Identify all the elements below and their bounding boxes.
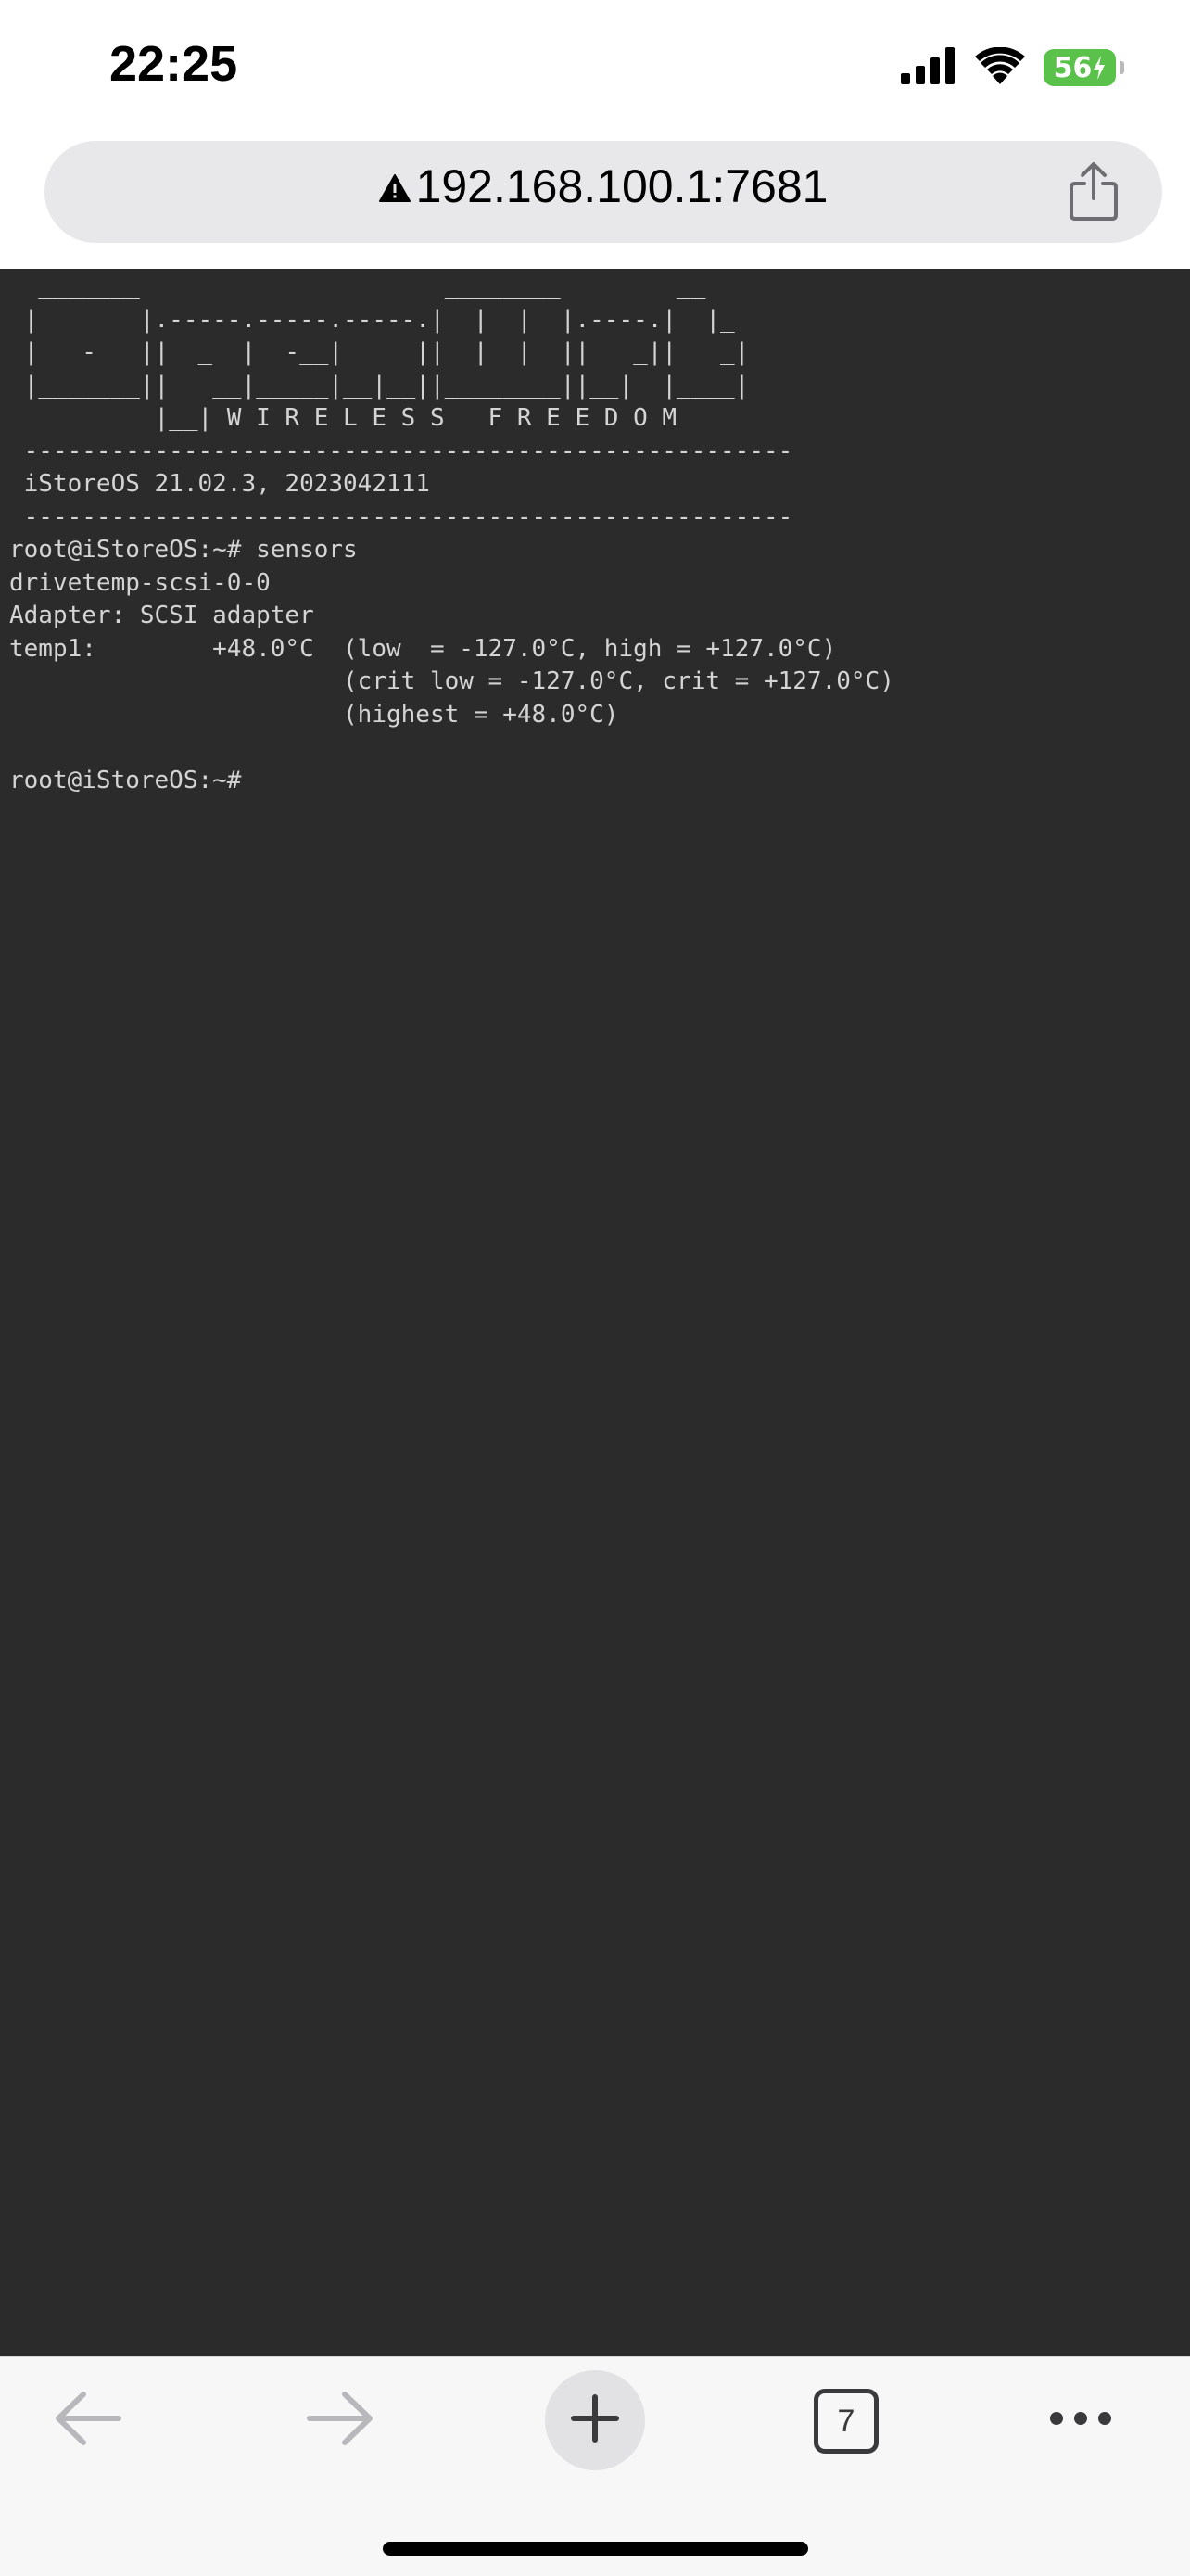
banner-line: _______ ________ __ [9, 273, 706, 300]
terminal-prompt[interactable]: root@iStoreOS:~# [9, 767, 241, 794]
terminal-output: _______ ________ __ | |.-----.-----.----… [9, 271, 894, 797]
new-tab-button[interactable] [545, 2370, 645, 2470]
terminal-line: temp1: +48.0°C (low = -127.0°C, high = +… [9, 634, 837, 663]
status-icons: 56 [901, 44, 1124, 91]
tab-count-label: 7 [837, 2403, 855, 2439]
tabs-button[interactable]: 7 [814, 2389, 879, 2454]
battery-level: 56 [1053, 51, 1093, 84]
new-tab-plus-icon [570, 2393, 620, 2448]
insecure-warning-icon [378, 159, 411, 213]
back-arrow-icon [54, 2391, 122, 2451]
back-button[interactable] [37, 2383, 139, 2457]
banner-line: ----------------------------------------… [9, 437, 793, 465]
banner-line: |_______|| __|_____|__|__||________||__|… [9, 371, 750, 400]
home-indicator[interactable] [383, 2542, 808, 2556]
wifi-icon [975, 46, 1025, 89]
terminal-line: (crit low = -127.0°C, crit = +127.0°C) [9, 667, 894, 695]
banner-line: |__| W I R E L E S S F R E E D O M [9, 404, 677, 432]
share-icon [1066, 162, 1121, 226]
terminal-line: drivetemp-scsi-0-0 [9, 568, 271, 597]
banner-line: | - || _ | -__| || | | || _|| _| [9, 338, 750, 366]
terminal-line: Adapter: SCSI adapter [9, 602, 314, 629]
terminal-line: root@iStoreOS:~# sensors [9, 536, 358, 564]
url-display[interactable]: 192.168.100.1:7681 [44, 159, 1162, 217]
forward-button[interactable] [289, 2383, 391, 2457]
battery-charging-icon: 56 [1044, 49, 1124, 86]
cellular-signal-icon [901, 46, 956, 89]
terminal-window[interactable]: _______ ________ __ | |.-----.-----.----… [0, 269, 1190, 2356]
status-time: 22:25 [109, 36, 238, 92]
status-bar: 22:25 56 [0, 0, 1190, 134]
more-button[interactable] [1038, 2383, 1123, 2457]
share-button[interactable] [1066, 161, 1121, 222]
forward-arrow-icon [306, 2391, 374, 2451]
banner-version-line: iStoreOS 21.02.3, 2023042111 [9, 470, 430, 498]
more-icon [1047, 2409, 1114, 2432]
address-bar[interactable]: 192.168.100.1:7681 [44, 141, 1162, 243]
terminal-line: (highest = +48.0°C) [9, 700, 619, 729]
banner-line: | |.-----.-----.-----.| | | |.----.| |_ [9, 305, 735, 334]
banner-line: ----------------------------------------… [9, 502, 793, 531]
url-text: 192.168.100.1:7681 [415, 160, 829, 212]
